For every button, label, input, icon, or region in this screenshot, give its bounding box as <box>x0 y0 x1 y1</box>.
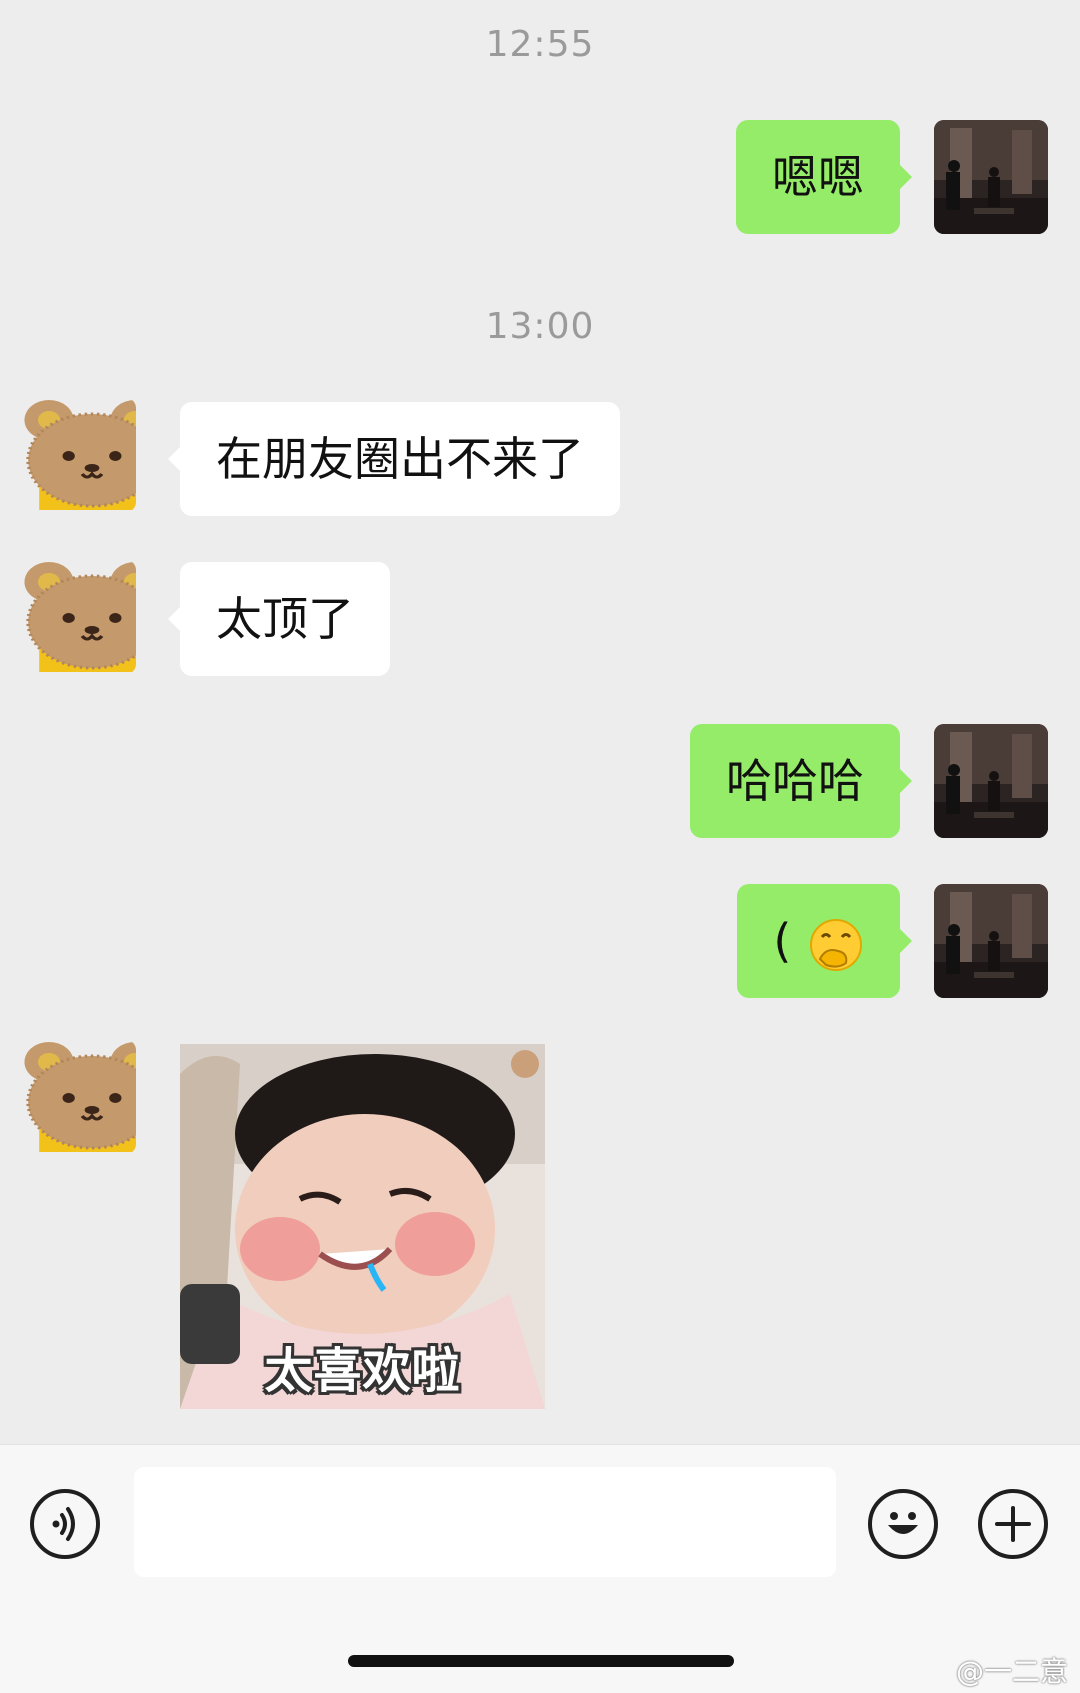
message-bubble-mine[interactable]: 嗯嗯 <box>736 120 912 234</box>
timestamp: 12:55 <box>485 24 595 65</box>
bear-avatar-image <box>22 560 136 674</box>
sticker-caption: 太喜欢啦 <box>264 1343 461 1399</box>
message-text: ( <box>773 914 792 968</box>
message-bubble-friend[interactable]: 在朋友圈出不来了 <box>168 402 620 516</box>
my-avatar-image <box>934 884 1048 998</box>
friend-avatar[interactable] <box>22 398 136 512</box>
message-input[interactable] <box>134 1467 836 1577</box>
message-bubble-mine[interactable]: 哈哈哈 <box>690 724 912 838</box>
friend-avatar[interactable] <box>22 560 136 674</box>
hand-over-mouth-emoji-icon <box>810 918 862 971</box>
smiley-icon <box>888 1512 918 1534</box>
sticker-message[interactable]: 太喜欢啦 <box>180 1044 545 1409</box>
message-bubble-mine[interactable]: ( <box>737 884 912 998</box>
my-avatar-image <box>934 120 1048 234</box>
timestamp: 13:00 <box>485 306 595 347</box>
my-avatar-image <box>934 724 1048 838</box>
plus-icon <box>995 1506 1031 1542</box>
bear-avatar-image <box>22 398 136 512</box>
watermark: @一二意 <box>955 1655 1068 1688</box>
home-indicator[interactable] <box>348 1655 734 1667</box>
friend-avatar[interactable] <box>22 1040 136 1154</box>
voice-icon <box>52 1507 75 1541</box>
bear-avatar-image <box>22 1040 136 1154</box>
my-avatar[interactable] <box>934 120 1048 234</box>
voice-button[interactable] <box>30 1489 100 1559</box>
my-avatar[interactable] <box>934 724 1048 838</box>
more-button[interactable] <box>978 1489 1048 1559</box>
emoji-button[interactable] <box>868 1489 938 1559</box>
my-avatar[interactable] <box>934 884 1048 998</box>
message-bubble-friend[interactable]: 太顶了 <box>168 562 390 676</box>
